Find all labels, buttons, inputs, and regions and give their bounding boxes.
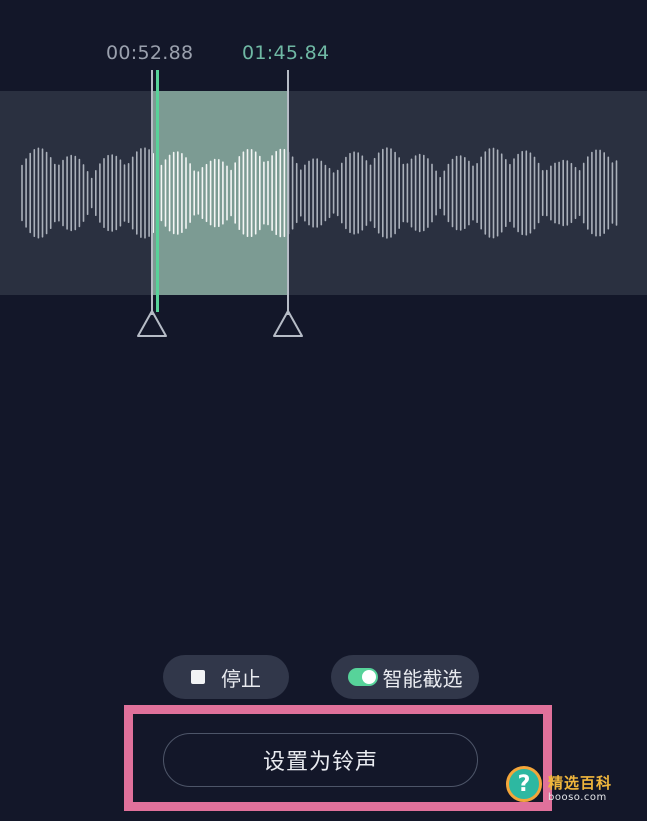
toggle-knob <box>361 670 376 684</box>
trim-ringtone-screen: 00:52.88 01:45.84 停止 智能截选 设置为铃声 ? 精选百科 b… <box>0 0 647 821</box>
smart-trim-toggle-switch[interactable] <box>347 668 378 686</box>
set-as-ringtone-button[interactable]: 设置为铃声 <box>163 733 478 787</box>
help-icon: ? <box>506 766 542 802</box>
smart-trim-toggle-button[interactable]: 智能截选 <box>331 655 479 699</box>
watermark-title: 精选百科 <box>548 774 613 792</box>
trim-end-handle-line[interactable] <box>287 70 289 315</box>
watermark-subtitle: booso.com <box>548 792 607 803</box>
trim-end-handle-icon[interactable] <box>272 309 304 339</box>
audio-waveform <box>21 147 618 239</box>
stop-button[interactable]: 停止 <box>163 655 289 699</box>
trim-start-handle-icon[interactable] <box>136 309 168 339</box>
stop-icon <box>191 670 205 684</box>
trim-start-handle-line[interactable] <box>151 70 153 315</box>
stop-button-label: 停止 <box>221 666 261 691</box>
smart-trim-label: 智能截选 <box>382 666 463 691</box>
playhead <box>156 70 159 312</box>
trim-start-time: 00:52.88 <box>106 42 194 64</box>
trim-end-time: 01:45.84 <box>242 42 330 64</box>
watermark: ? 精选百科 booso.com <box>494 760 644 816</box>
